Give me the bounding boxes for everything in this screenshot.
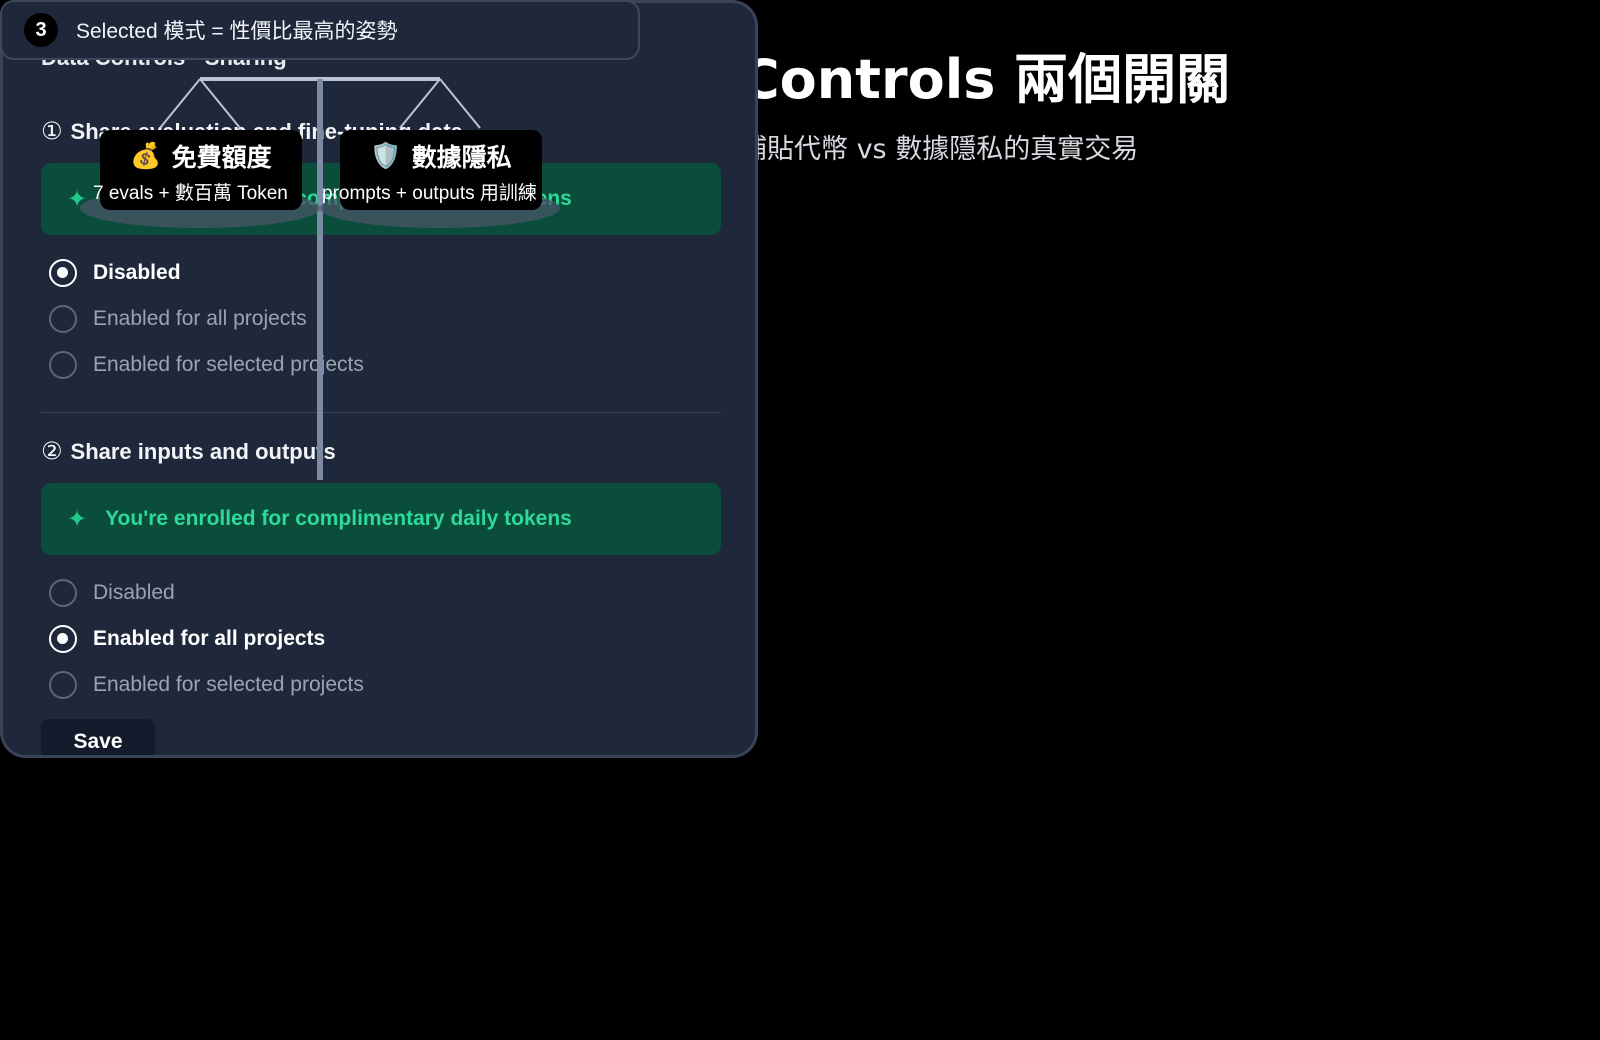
money-bag-icon: 💰 bbox=[130, 141, 162, 170]
radio-unselected-icon[interactable] bbox=[49, 671, 77, 699]
shield-icon: 🛡️ bbox=[370, 141, 402, 170]
scale-string bbox=[399, 78, 441, 129]
radio-label: Disabled bbox=[93, 581, 175, 604]
balance-scale-icon bbox=[80, 77, 560, 480]
slide-subtitle: 補貼代幣 vs 數據隱私的真實交易 bbox=[740, 134, 1139, 165]
radio-io-all-projects[interactable]: Enabled for all projects bbox=[49, 625, 325, 653]
pan-desc-free-quota: 7 evals + 數百萬 Token bbox=[93, 183, 288, 204]
scale-string bbox=[199, 78, 241, 129]
scale-string bbox=[159, 78, 201, 129]
pan-desc-data-privacy: prompts + outputs 用訓練 bbox=[322, 183, 537, 204]
pan-title: 數據隱私 bbox=[411, 144, 512, 172]
radio-label: Enabled for selected projects bbox=[93, 673, 364, 696]
scale-string bbox=[439, 78, 481, 129]
radio-unselected-icon[interactable] bbox=[49, 579, 77, 607]
sparkle-icon: ✦ bbox=[67, 505, 88, 533]
enrollment-text: You're enrolled for complimentary daily … bbox=[105, 507, 572, 530]
save-button[interactable]: Save bbox=[41, 719, 155, 755]
radio-selected-icon[interactable] bbox=[49, 625, 77, 653]
radio-io-disabled[interactable]: Disabled bbox=[49, 579, 175, 607]
pan-title: 免費額度 bbox=[171, 144, 272, 172]
radio-label: Enabled for all projects bbox=[93, 627, 326, 650]
slide-title: Controls 兩個開關 bbox=[740, 48, 1231, 111]
radio-io-selected-projects[interactable]: Enabled for selected projects bbox=[49, 671, 364, 699]
